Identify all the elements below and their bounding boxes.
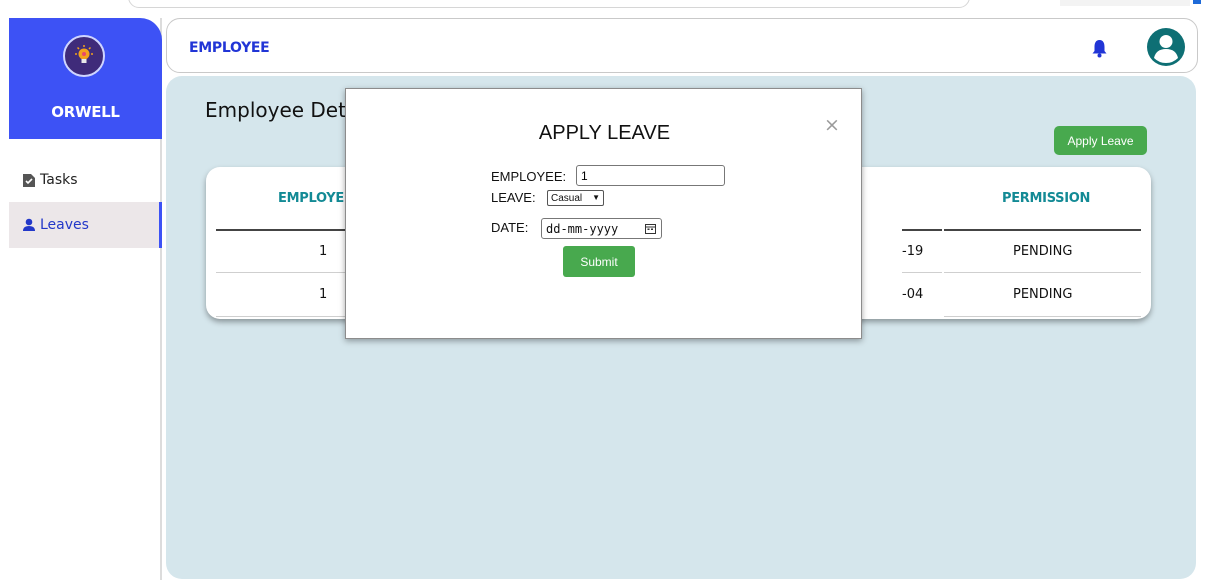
employee-label: EMPLOYEE: xyxy=(491,169,567,184)
leave-label: LEAVE: xyxy=(491,190,536,205)
date-input[interactable]: dd-mm-yyyy xyxy=(541,218,662,239)
apply-leave-modal: APPLY LEAVE × EMPLOYEE: LEAVE: Casual ▼ … xyxy=(345,88,862,339)
user-circle-icon[interactable] xyxy=(1146,27,1186,71)
table-cell-date: -19 xyxy=(902,244,924,259)
submit-button[interactable]: Submit xyxy=(563,246,635,277)
table-cell-permission: PENDING xyxy=(1013,244,1073,259)
top-header: EMPLOYEE xyxy=(166,18,1198,73)
row-divider xyxy=(216,316,346,317)
header-divider xyxy=(944,229,1141,231)
header-divider xyxy=(216,229,346,231)
brand-name: ORWELL xyxy=(51,103,120,121)
row-divider xyxy=(944,272,1141,273)
table-cell-employee: 1 xyxy=(319,287,328,302)
close-icon[interactable]: × xyxy=(824,114,840,136)
page-title: Employee Details xyxy=(205,98,345,122)
user-icon xyxy=(22,218,36,232)
column-header-permission: PERMISSION xyxy=(1002,191,1091,206)
lightbulb-logo-icon xyxy=(63,35,105,77)
leave-type-select[interactable]: Casual ▼ xyxy=(547,190,604,206)
header-title: EMPLOYEE xyxy=(189,40,270,56)
sidebar-item-tasks[interactable]: Tasks xyxy=(9,157,162,203)
modal-title: APPLY LEAVE xyxy=(538,122,671,144)
chevron-down-icon: ▼ xyxy=(592,193,600,202)
sidebar-item-label: Leaves xyxy=(40,217,89,233)
row-divider xyxy=(216,272,346,273)
date-label: DATE: xyxy=(491,220,529,235)
task-file-icon xyxy=(22,173,36,188)
table-cell-employee: 1 xyxy=(319,244,328,259)
bell-icon[interactable] xyxy=(1091,39,1108,62)
browser-toolbar-strip xyxy=(1060,0,1190,6)
brand-panel: ORWELL xyxy=(9,18,162,139)
apply-leave-button[interactable]: Apply Leave xyxy=(1054,126,1147,155)
table-cell-permission: PENDING xyxy=(1013,287,1073,302)
sidebar-item-leaves[interactable]: Leaves xyxy=(9,202,162,248)
employee-input[interactable] xyxy=(576,165,725,186)
header-divider xyxy=(902,229,942,231)
leave-type-value: Casual xyxy=(551,192,583,204)
calendar-icon[interactable] xyxy=(645,223,656,237)
row-divider xyxy=(944,316,1141,317)
sidebar: ORWELL Tasks Leaves xyxy=(9,18,162,580)
row-divider xyxy=(902,272,942,273)
sidebar-item-label: Tasks xyxy=(40,172,78,188)
browser-address-bar xyxy=(128,0,970,8)
browser-toolbar-icon xyxy=(1193,0,1201,4)
column-header-employee: EMPLOYEE xyxy=(278,191,353,206)
date-placeholder: dd-mm-yyyy xyxy=(546,221,619,236)
table-cell-date: -04 xyxy=(902,287,924,302)
